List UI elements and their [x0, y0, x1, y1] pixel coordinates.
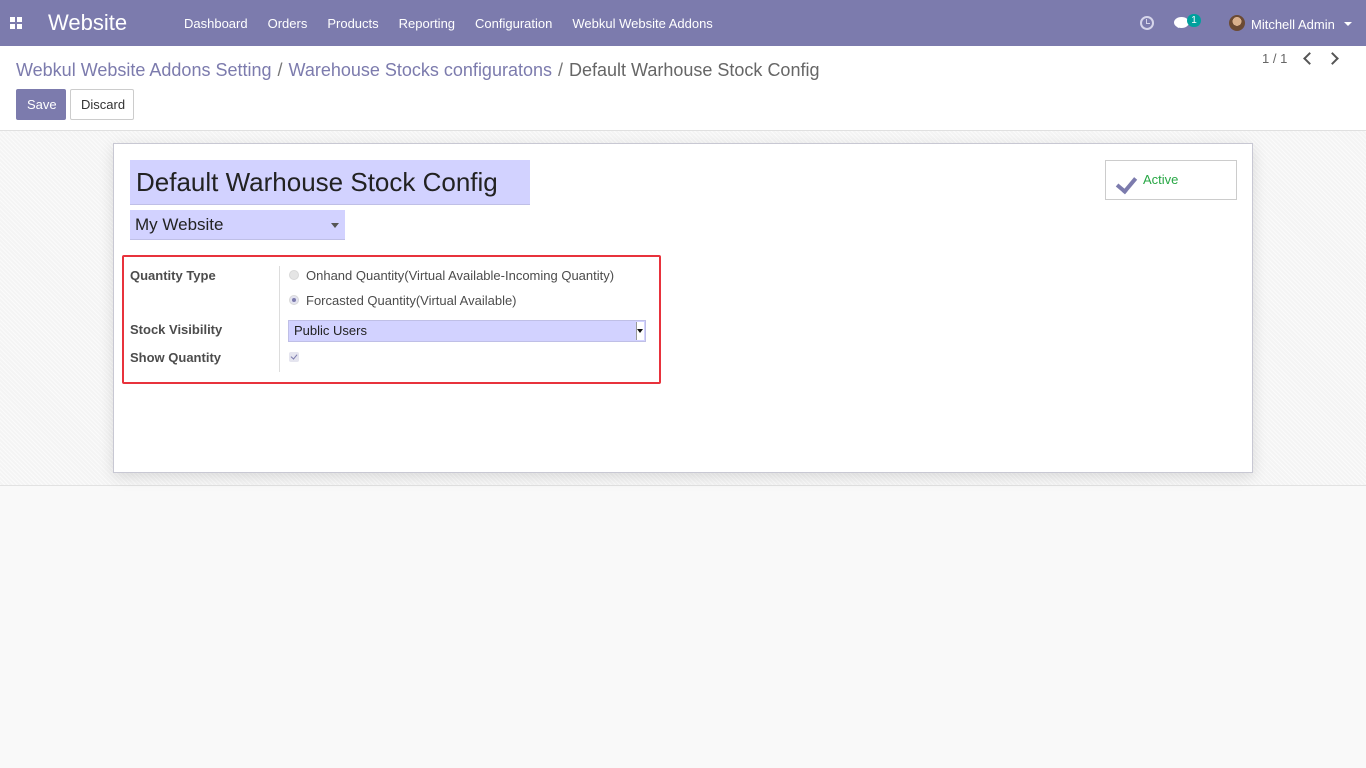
chevron-right-icon[interactable]	[1328, 52, 1340, 64]
menu-dashboard[interactable]: Dashboard	[174, 0, 258, 46]
check-icon	[1116, 171, 1136, 187]
chat-count-badge: 1	[1187, 14, 1201, 27]
breadcrumb-item-addons-setting[interactable]: Webkul Website Addons Setting	[16, 60, 272, 80]
website-select-value: My Website	[135, 215, 224, 234]
radio-label-forcasted-quantity[interactable]: Forcasted Quantity(Virtual Available)	[306, 293, 517, 308]
radio-onhand-quantity[interactable]	[289, 270, 299, 280]
select-arrow-icon	[636, 322, 644, 340]
chevron-left-icon[interactable]	[1302, 52, 1314, 64]
config-name-input[interactable]: Default Warhouse Stock Config	[130, 160, 530, 205]
user-name[interactable]: Mitchell Admin	[1251, 17, 1335, 32]
discard-button[interactable]: Discard	[70, 89, 134, 120]
menu-webkul-website-addons[interactable]: Webkul Website Addons	[562, 0, 722, 46]
user-menu-caret-icon[interactable]	[1344, 22, 1352, 30]
stock-visibility-value: Public Users	[294, 323, 367, 338]
show-quantity-checkbox[interactable]	[289, 352, 299, 362]
top-navbar: Website Dashboard Orders Products Report…	[0, 0, 1366, 46]
breadcrumb: Webkul Website Addons Setting / Warehouse …	[16, 60, 819, 81]
save-button[interactable]: Save	[16, 89, 66, 120]
main-menu: Dashboard Orders Products Reporting Conf…	[174, 0, 723, 46]
radio-forcasted-quantity[interactable]	[289, 295, 299, 305]
quantity-type-label: Quantity Type	[130, 268, 216, 283]
menu-configuration[interactable]: Configuration	[465, 0, 562, 46]
radio-label-onhand-quantity[interactable]: Onhand Quantity(Virtual Available-Incomi…	[306, 268, 614, 283]
user-avatar[interactable]	[1229, 15, 1245, 31]
breadcrumb-current: Default Warhouse Stock Config	[569, 60, 820, 80]
stock-visibility-select[interactable]: Public Users	[288, 320, 646, 342]
show-quantity-label: Show Quantity	[130, 350, 221, 365]
menu-reporting[interactable]: Reporting	[389, 0, 465, 46]
menu-orders[interactable]: Orders	[258, 0, 318, 46]
pager-value[interactable]: 1 / 1	[1262, 51, 1287, 66]
website-select[interactable]: My Website	[130, 210, 345, 240]
activity-clock-icon[interactable]	[1140, 16, 1154, 30]
menu-products[interactable]: Products	[317, 0, 388, 46]
breadcrumb-separator: /	[558, 60, 564, 80]
breadcrumb-item-warehouse-stocks[interactable]: Warehouse Stocks configuratons	[289, 60, 552, 80]
apps-menu-icon[interactable]	[10, 17, 22, 29]
app-name[interactable]: Website	[48, 10, 127, 36]
active-toggle-button[interactable]: Active	[1105, 160, 1237, 200]
control-panel: Webkul Website Addons Setting / Warehouse …	[0, 46, 1366, 131]
breadcrumb-separator: /	[277, 60, 283, 80]
chevron-down-icon	[331, 223, 339, 232]
active-label: Active	[1143, 172, 1179, 187]
group-divider	[279, 266, 280, 372]
stock-visibility-label: Stock Visibility	[130, 322, 223, 337]
